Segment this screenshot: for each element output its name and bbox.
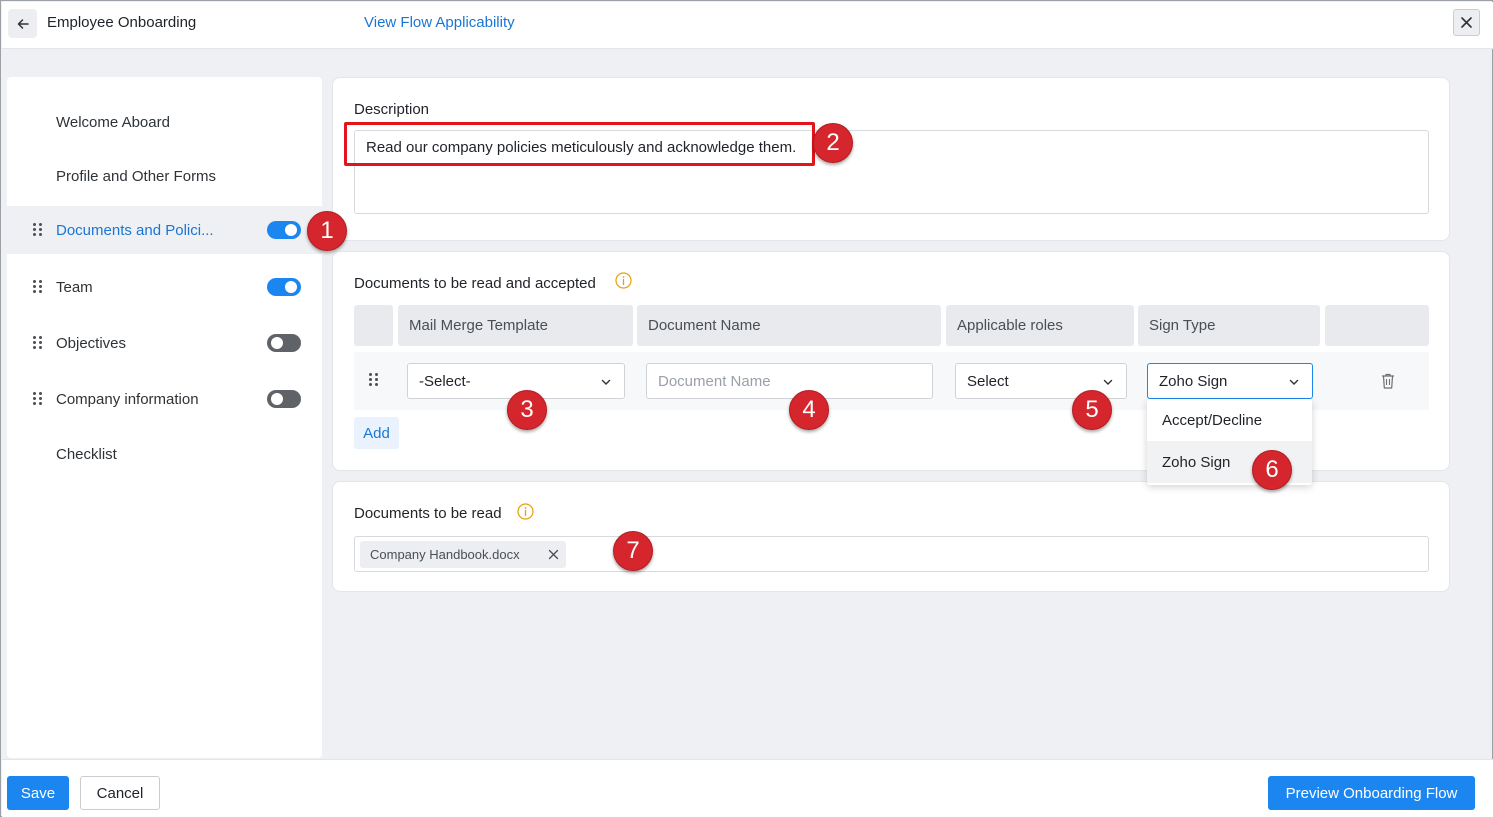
back-button[interactable]	[8, 9, 37, 38]
sidebar-item-company-information[interactable]: Company information	[7, 375, 322, 423]
annotation-badge: 2	[813, 123, 853, 163]
sidebar-item-label: Profile and Other Forms	[56, 167, 217, 185]
sign-type-select[interactable]: Zoho Sign	[1147, 363, 1313, 399]
page-title: Employee Onboarding	[47, 14, 197, 31]
sidebar-item-documents-policies[interactable]: Documents and Polici...	[7, 206, 322, 254]
preview-onboarding-flow-button[interactable]: Preview Onboarding Flow	[1268, 776, 1475, 810]
sidebar-item-profile-forms[interactable]: Profile and Other Forms	[7, 152, 322, 200]
info-icon[interactable]	[615, 272, 632, 289]
toggle-knob	[285, 281, 297, 293]
app-window: Employee Onboarding View Flow Applicabil…	[0, 0, 1493, 817]
table-header-roles: Applicable roles	[946, 305, 1134, 346]
add-button[interactable]: Add	[354, 417, 399, 449]
chevron-down-icon	[601, 379, 611, 385]
objectives-toggle[interactable]	[267, 334, 301, 352]
documents-toggle[interactable]	[267, 221, 301, 239]
save-button[interactable]: Save	[7, 776, 69, 810]
close-icon	[1461, 17, 1472, 28]
select-value: Select	[967, 372, 1009, 390]
cancel-button[interactable]: Cancel	[80, 776, 160, 810]
annotation-badge: 7	[613, 531, 653, 571]
drag-handle-icon[interactable]	[33, 223, 43, 237]
description-highlight	[344, 122, 815, 166]
sidebar-item-label: Documents and Polici...	[56, 221, 214, 239]
documents-accept-title: Documents to be read and accepted	[354, 275, 596, 292]
sidebar-item-label: Checklist	[56, 445, 117, 463]
sidebar-item-label: Company information	[56, 390, 199, 408]
sidebar-item-label: Welcome Aboard	[56, 113, 170, 131]
table-header-actions	[1325, 305, 1429, 346]
remove-chip-icon[interactable]	[548, 549, 559, 560]
sidebar-item-team[interactable]: Team	[7, 263, 322, 311]
company-information-toggle[interactable]	[267, 390, 301, 408]
annotation-badge: 5	[1072, 390, 1112, 430]
annotation-badge: 3	[507, 390, 547, 430]
toggle-knob	[271, 337, 283, 349]
sidebar-item-label: Objectives	[56, 334, 127, 352]
table-header-sign-type: Sign Type	[1138, 305, 1320, 346]
drag-handle-icon[interactable]	[369, 373, 379, 387]
view-flow-applicability-link[interactable]: View Flow Applicability	[364, 14, 515, 31]
sidebar-item-welcome-aboard[interactable]: Welcome Aboard	[7, 98, 322, 146]
table-header-template: Mail Merge Template	[398, 305, 633, 346]
file-chip-label: Company Handbook.docx	[370, 547, 520, 562]
document-name-input[interactable]	[646, 363, 933, 399]
sidebar-item-objectives[interactable]: Objectives	[7, 319, 322, 367]
team-toggle[interactable]	[267, 278, 301, 296]
documents-read-panel: Documents to be read Company Handbook.do…	[332, 481, 1450, 592]
info-icon[interactable]	[517, 503, 534, 520]
trash-icon[interactable]	[1380, 372, 1396, 390]
description-label: Description	[354, 101, 430, 118]
sidebar: Welcome Aboard Profile and Other Forms D…	[7, 77, 322, 758]
table-header-document-name: Document Name	[637, 305, 941, 346]
header-bar: Employee Onboarding View Flow Applicabil…	[2, 2, 1493, 49]
toggle-knob	[271, 393, 283, 405]
option-accept-decline[interactable]: Accept/Decline	[1147, 399, 1312, 441]
annotation-badge: 6	[1252, 450, 1292, 490]
toggle-knob	[285, 224, 297, 236]
close-button[interactable]	[1453, 9, 1480, 36]
drag-handle-icon[interactable]	[33, 392, 43, 406]
drag-handle-icon[interactable]	[33, 336, 43, 350]
file-chip: Company Handbook.docx	[360, 541, 566, 568]
documents-read-title: Documents to be read	[354, 505, 502, 522]
select-value: Zoho Sign	[1159, 372, 1228, 390]
chevron-down-icon	[1289, 379, 1299, 385]
table-header-blank	[354, 305, 393, 346]
footer-bar: Save Cancel Preview Onboarding Flow	[2, 759, 1493, 817]
drag-handle-icon[interactable]	[33, 280, 43, 294]
annotation-badge: 1	[307, 211, 347, 251]
sidebar-item-checklist[interactable]: Checklist	[7, 430, 322, 478]
annotation-badge: 4	[789, 390, 829, 430]
chevron-down-icon	[1103, 379, 1113, 385]
sidebar-item-label: Team	[56, 278, 93, 296]
documents-read-field[interactable]: Company Handbook.docx	[354, 536, 1429, 572]
select-value: -Select-	[419, 372, 471, 390]
arrow-left-icon	[17, 18, 29, 29]
